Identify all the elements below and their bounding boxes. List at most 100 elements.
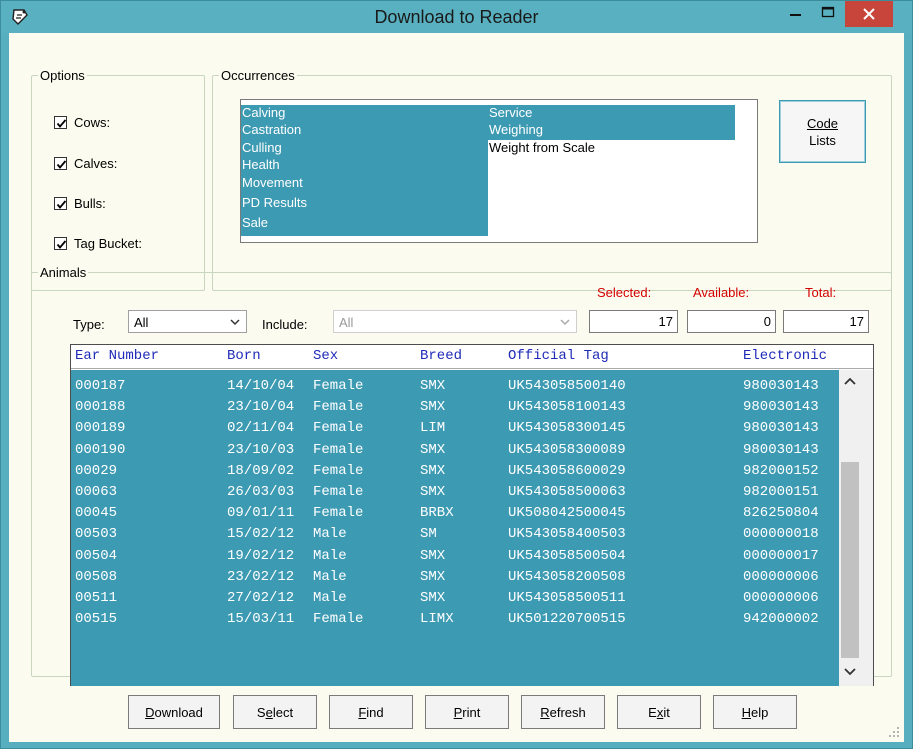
tag-bucket-label: Tag Bucket: xyxy=(74,236,142,251)
scroll-thumb[interactable] xyxy=(841,462,859,658)
col-official-tag[interactable]: Official Tag xyxy=(508,348,609,364)
occurrence-item[interactable]: Castration xyxy=(241,122,488,140)
table-row[interactable]: 000187 14/10/04 Female SMX UK543058500140 980… xyxy=(71,376,839,397)
cell-ear-number: 000189 xyxy=(75,420,126,437)
cell-breed: SMX xyxy=(420,547,446,564)
checkbox-box[interactable] xyxy=(54,116,67,129)
table-row[interactable]: 000189 02/11/04 Female LIM UK543058300145 980… xyxy=(71,418,839,439)
table-row[interactable]: 000188 23/10/04 Female SMX UK543058100143 980… xyxy=(71,397,839,418)
table-row[interactable]: 00504 19/02/12 Male SMX UK543058500504 000000… xyxy=(71,546,839,567)
available-label: Available: xyxy=(693,285,750,300)
type-dropdown[interactable]: All xyxy=(128,310,247,333)
table-row[interactable]: 00508 23/02/12 Male SMX UK543058200508 000000… xyxy=(71,567,839,588)
cell-born: 15/03/11 xyxy=(227,611,295,628)
col-sex[interactable]: Sex xyxy=(313,348,338,364)
col-ear-number[interactable]: Ear Number xyxy=(75,348,159,364)
bulls-checkbox[interactable]: Bulls: xyxy=(54,196,106,211)
occurrences-list[interactable]: Calving Castration Culling Health Moveme… xyxy=(240,99,758,243)
occurrence-item[interactable]: Culling xyxy=(241,140,488,157)
grid-header: Ear Number Born Sex Breed Official Tag E… xyxy=(71,345,873,369)
table-row[interactable]: 000190 23/10/03 Female SMX UK543058300089 980… xyxy=(71,440,839,461)
cell-ear-number: 000190 xyxy=(75,441,126,458)
occurrence-item[interactable]: Weighing xyxy=(488,122,735,140)
scroll-up-icon[interactable] xyxy=(844,376,856,386)
chevron-down-icon[interactable] xyxy=(560,317,570,327)
cell-sex: Female xyxy=(313,399,364,416)
code-lists-button[interactable]: Code Lists xyxy=(779,100,866,163)
cell-born: 14/10/04 xyxy=(227,378,295,394)
occurrence-item[interactable]: Health xyxy=(241,157,488,175)
table-row[interactable]: 00045 09/01/11 Female BRBX UK508042500045 826… xyxy=(71,503,839,524)
table-row[interactable]: 00029 18/09/02 Female SMX UK543058600029 9820… xyxy=(71,461,839,482)
help-button[interactable]: Help xyxy=(713,695,797,729)
col-born[interactable]: Born xyxy=(227,348,261,364)
checkbox-box[interactable] xyxy=(54,157,67,170)
minimize-button[interactable] xyxy=(781,1,811,27)
cell-electronic: 980030143 xyxy=(743,441,819,458)
cell-born: 23/02/12 xyxy=(227,568,295,585)
options-group: Options Cows: Calves: Bulls: Tag Bucket: xyxy=(31,68,205,291)
calves-label: Calves: xyxy=(74,156,118,171)
download-button[interactable]: Download xyxy=(128,695,220,729)
checkbox-box[interactable] xyxy=(54,237,67,250)
occurrence-item[interactable]: Movement xyxy=(241,175,488,195)
resize-grip-icon[interactable] xyxy=(888,726,900,738)
cell-sex: Female xyxy=(313,441,364,458)
bulls-label: Bulls: xyxy=(74,196,106,211)
download-label: Download xyxy=(145,704,203,720)
exit-button[interactable]: Exit xyxy=(617,695,701,729)
maximize-button[interactable] xyxy=(811,1,845,27)
cell-ear-number: 00511 xyxy=(75,590,118,606)
checkbox-box[interactable] xyxy=(54,197,67,210)
selected-label: Selected: xyxy=(597,285,652,300)
select-button[interactable]: Select xyxy=(233,695,317,729)
include-dropdown[interactable]: All xyxy=(333,310,577,333)
occurrences-legend: Occurrences xyxy=(221,68,295,83)
include-value: All xyxy=(339,315,354,330)
occurrence-item[interactable]: PD Results xyxy=(241,195,488,215)
cell-sex: Male xyxy=(313,547,347,564)
check-icon xyxy=(56,119,67,128)
calves-checkbox[interactable]: Calves: xyxy=(54,156,117,171)
check-icon xyxy=(56,240,67,249)
occurrence-item[interactable]: Service xyxy=(488,105,735,122)
tag-bucket-checkbox[interactable]: Tag Bucket: xyxy=(54,236,142,251)
table-row[interactable]: 00503 15/02/12 Male SM UK543058400503 0000000… xyxy=(71,524,839,545)
animals-legend: Animals xyxy=(40,265,87,280)
col-electronic[interactable]: Electronic xyxy=(743,348,827,364)
window: Download to Reader Options Cows: Calves: xyxy=(0,0,913,749)
cell-official-tag: UK543058300145 xyxy=(508,420,626,437)
grid-body[interactable]: 000187 14/10/04 Female SMX UK543058500140 980… xyxy=(71,370,839,686)
col-breed[interactable]: Breed xyxy=(420,348,462,364)
cell-sex: Female xyxy=(313,611,364,628)
cell-sex: Male xyxy=(313,526,347,543)
close-button[interactable] xyxy=(845,1,893,27)
print-button[interactable]: Print xyxy=(425,695,509,729)
find-button[interactable]: Find xyxy=(329,695,413,729)
refresh-button[interactable]: Refresh xyxy=(521,695,605,729)
cell-ear-number: 00029 xyxy=(75,462,118,479)
cell-official-tag: UK543058500063 xyxy=(508,484,626,500)
cows-checkbox[interactable]: Cows: xyxy=(54,115,110,130)
occurrence-item[interactable]: Sale xyxy=(241,215,488,236)
cell-breed: LIMX xyxy=(420,611,454,628)
table-row[interactable]: 00063 26/03/03 Female SMX UK543058500063 9820… xyxy=(71,482,839,503)
table-row[interactable]: 00511 27/02/12 Male SMX UK543058500511 000000… xyxy=(71,588,839,609)
cell-born: 15/02/12 xyxy=(227,526,295,543)
scroll-down-icon[interactable] xyxy=(844,667,856,677)
cell-electronic: 826250804 xyxy=(743,505,819,522)
occurrence-item[interactable]: Calving xyxy=(241,105,488,122)
cell-sex: Male xyxy=(313,568,347,585)
occurrence-item[interactable]: Weight from Scale xyxy=(488,140,735,157)
vertical-scrollbar[interactable] xyxy=(839,370,873,686)
cell-electronic: 000000018 xyxy=(743,526,819,543)
options-legend: Options xyxy=(40,68,85,83)
animals-grid[interactable]: Ear Number Born Sex Breed Official Tag E… xyxy=(70,344,874,686)
table-row[interactable]: 00515 15/03/11 Female LIMX UK501220700515 942… xyxy=(71,609,839,630)
chevron-down-icon[interactable] xyxy=(230,317,240,327)
selected-count: 17 xyxy=(589,310,678,333)
cell-born: 26/03/03 xyxy=(227,484,295,500)
cell-breed: SMX xyxy=(420,441,446,458)
type-value: All xyxy=(134,315,149,330)
title-bar[interactable]: Download to Reader xyxy=(1,1,912,33)
